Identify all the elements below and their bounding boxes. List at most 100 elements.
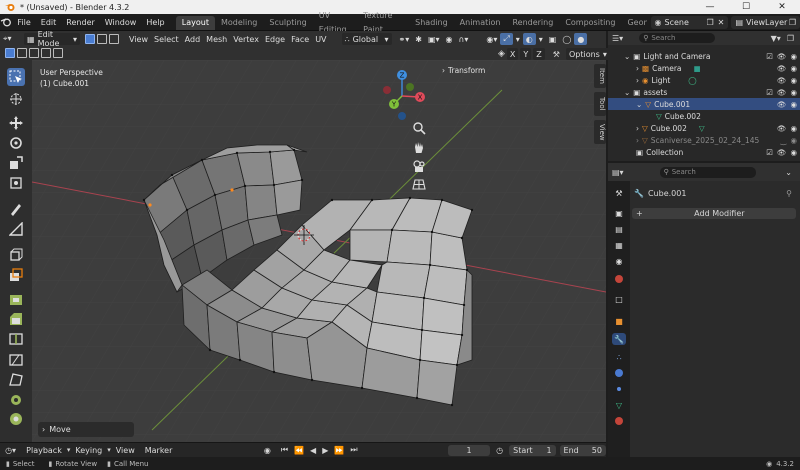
selected-vertex[interactable]	[148, 203, 152, 207]
zoom-icon[interactable]	[410, 119, 428, 137]
menu-edit[interactable]: Edit	[36, 14, 62, 31]
select-mode-intersect-icon[interactable]	[53, 48, 63, 58]
tab-animation[interactable]: Animation	[454, 16, 507, 30]
select-mode-invert-icon[interactable]	[41, 48, 51, 58]
timeline-editor-icon[interactable]: ◷▾	[0, 446, 21, 455]
camera-render-icon[interactable]: ◉	[790, 100, 797, 109]
menu-help[interactable]: Help	[141, 14, 169, 31]
pin-icon[interactable]: ⚲	[786, 189, 792, 198]
inset-tool-icon[interactable]	[7, 290, 25, 308]
menu-render[interactable]: Render	[61, 14, 99, 31]
scene-new-icon[interactable]: ❐	[707, 18, 714, 27]
menu-select[interactable]: Select	[151, 33, 182, 45]
eye-icon[interactable]: 👁	[777, 76, 787, 85]
record-icon[interactable]: ◉	[264, 446, 271, 455]
constraints-properties-icon[interactable]	[612, 383, 626, 395]
poly-build-tool-icon[interactable]	[7, 370, 25, 388]
jump-keyframe-forward-icon[interactable]: ⏩	[334, 446, 344, 455]
transform-orientation-selector[interactable]: ∴ Global ▾	[341, 33, 392, 45]
vertex-select-icon[interactable]	[85, 34, 95, 44]
rotate-tool-icon[interactable]	[7, 134, 25, 152]
filter-icon[interactable]: ▼▾	[771, 34, 781, 43]
overlay-toggle-icon[interactable]: ◐	[522, 33, 536, 45]
shading-wireframe-icon[interactable]: ◯	[559, 33, 574, 45]
jump-end-icon[interactable]: ⏭	[350, 445, 357, 455]
tool-properties-icon[interactable]: ⚒	[612, 187, 626, 199]
camera-render-icon[interactable]: ◉	[790, 88, 797, 97]
jump-start-icon[interactable]: ⏮	[281, 445, 288, 455]
options-dropdown[interactable]: Options ▾	[565, 48, 610, 60]
view-object-types-icon[interactable]: ◉▾	[483, 33, 500, 45]
navigation-gizmo[interactable]: Z X Y	[378, 66, 438, 126]
select-mode-extend-icon[interactable]	[17, 48, 27, 58]
select-mode-subtract-icon[interactable]	[29, 48, 39, 58]
mode-selector[interactable]: ▦ Edit Mode ▾	[24, 30, 80, 48]
camera-render-icon[interactable]: ◉	[790, 148, 797, 157]
blender-menu-icon[interactable]	[0, 17, 12, 27]
render-properties-icon[interactable]: ▣	[612, 207, 626, 219]
select-mode-new-icon[interactable]	[5, 48, 15, 58]
pan-hand-icon[interactable]	[410, 138, 428, 156]
tab-modeling[interactable]: Modeling	[215, 16, 263, 30]
mirror-y-toggle[interactable]: Y	[520, 48, 532, 60]
extrude-tool-icon[interactable]	[7, 266, 25, 284]
checkbox-icon[interactable]: ☑	[766, 52, 773, 61]
play-icon[interactable]: ▶	[322, 446, 328, 455]
modifier-properties-icon[interactable]: 🔧	[612, 333, 626, 345]
shading-solid-icon[interactable]: ●	[574, 33, 588, 45]
tab-sculpting[interactable]: Sculpting	[263, 16, 312, 30]
gizmo-dropdown-icon[interactable]: ▾	[513, 33, 523, 45]
face-select-icon[interactable]	[109, 34, 119, 44]
timeline-menu-playback[interactable]: Playback	[21, 442, 67, 459]
camera-render-icon[interactable]: ◉	[790, 64, 797, 73]
pivot-point-icon[interactable]: ⚭▾	[396, 33, 413, 45]
scene-selector[interactable]: ◉ Scene ❐ ✕	[650, 15, 729, 29]
annotate-tool-icon[interactable]	[7, 200, 25, 218]
collection-properties-icon[interactable]: □	[612, 293, 626, 305]
menu-window[interactable]: Window	[100, 14, 142, 31]
timeline-menu-marker[interactable]: Marker	[140, 442, 178, 459]
measure-tool-icon[interactable]	[7, 220, 25, 238]
cursor-tool-icon[interactable]	[7, 90, 25, 108]
outliner-search-input[interactable]: ⚲ Search	[639, 33, 716, 43]
end-frame-field[interactable]: End 50	[559, 444, 606, 456]
proportional-edit-icon[interactable]: ◉	[443, 33, 456, 45]
chevron-down-icon[interactable]: ⌄	[785, 168, 792, 177]
transform-tool-icon[interactable]	[7, 174, 25, 192]
eye-closed-icon[interactable]: ‿	[780, 136, 786, 145]
camera-render-icon[interactable]: ◉	[790, 136, 797, 145]
tab-shading[interactable]: Shading	[409, 16, 454, 30]
gizmo-neg-x-axis[interactable]	[383, 86, 391, 94]
editor-type-icon[interactable]: ⌖▾	[0, 33, 22, 45]
menu-face[interactable]: Face	[288, 33, 312, 45]
properties-search-input[interactable]: ⚲ Search	[659, 166, 756, 178]
menu-view[interactable]: View	[126, 33, 151, 45]
menu-vertex[interactable]: Vertex	[230, 33, 262, 45]
transform-panel-header[interactable]: › Transform	[442, 66, 485, 75]
eye-icon[interactable]: 👁	[777, 124, 787, 133]
camera-render-icon[interactable]: ◉	[790, 52, 797, 61]
outliner-editor-icon[interactable]: ☰▾	[612, 34, 623, 43]
jump-keyframe-back-icon[interactable]: ⏪	[294, 446, 304, 455]
checkbox-icon[interactable]: ☑	[766, 148, 773, 157]
outliner-row[interactable]: ⌄ ▣ assets ☑ 👁 ◉	[608, 86, 800, 98]
tab-layout[interactable]: Layout	[175, 15, 215, 30]
physics-properties-icon[interactable]	[612, 367, 626, 379]
edge-select-icon[interactable]	[97, 34, 107, 44]
outliner-row-active[interactable]: ⌄ ▽ Cube.001 👁 ◉	[608, 98, 800, 110]
xray-toggle-icon[interactable]: ▣	[546, 33, 560, 45]
particles-properties-icon[interactable]: ∴	[612, 351, 626, 363]
view-layer-properties-icon[interactable]: ▦	[612, 239, 626, 251]
last-operator-panel[interactable]: › Move	[38, 422, 134, 437]
outliner-row[interactable]: ▽ Cube.002	[608, 110, 800, 122]
scene-properties-icon[interactable]: ◉	[612, 255, 626, 267]
perspective-grid-icon[interactable]	[410, 175, 428, 193]
outliner-row[interactable]: › ▽ Cube.002 ▽ 👁 ◉	[608, 122, 800, 134]
view-layer-new-icon[interactable]: ❐	[789, 18, 796, 27]
camera-render-icon[interactable]: ◉	[790, 76, 797, 85]
snap-icon[interactable]: ✱	[412, 33, 425, 45]
view-layer-selector[interactable]: ▤ ViewLayer ❐	[731, 15, 800, 29]
current-frame-field[interactable]: 1	[447, 444, 491, 456]
outliner-row[interactable]: › ▩ Camera ■ 👁 ◉	[608, 62, 800, 74]
bevel-tool-icon[interactable]	[7, 310, 25, 328]
